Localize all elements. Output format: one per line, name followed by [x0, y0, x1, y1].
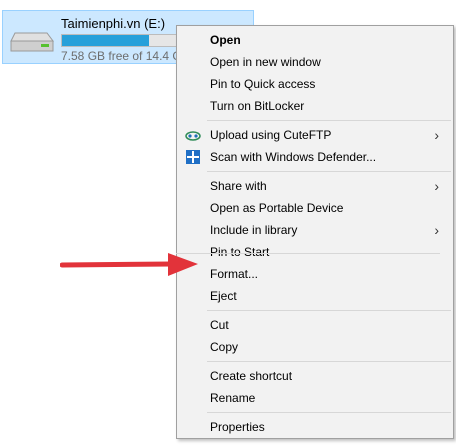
menu-divider-line	[176, 253, 440, 254]
menu-item-properties[interactable]: Properties	[177, 416, 453, 438]
menu-item-pin-to-start[interactable]: Pin to Start	[177, 241, 453, 263]
menu-item-open-in-new-window[interactable]: Open in new window	[177, 51, 453, 73]
menu-separator	[207, 361, 451, 362]
menu-item-label: Upload using CuteFTP	[210, 128, 332, 142]
menu-item-label: Share with	[210, 179, 267, 193]
red-arrow-annotation	[60, 253, 198, 276]
menu-item-copy[interactable]: Copy	[177, 336, 453, 358]
menu-item-scan-with-windows-defender[interactable]: Scan with Windows Defender...	[177, 146, 453, 168]
menu-item-label: Pin to Quick access	[210, 77, 316, 91]
menu-item-label: Pin to Start	[210, 245, 270, 259]
menu-separator	[207, 310, 451, 311]
menu-item-label: Format...	[210, 267, 259, 281]
menu-item-label: Rename	[210, 391, 256, 405]
menu-item-open[interactable]: Open	[177, 29, 453, 51]
chevron-right-icon: ›	[434, 178, 439, 194]
chevron-right-icon: ›	[434, 222, 439, 238]
menu-separator	[207, 412, 451, 413]
context-menu: Open Open in new window Pin to Quick acces…	[176, 25, 454, 439]
menu-item-label: Include in library	[210, 223, 298, 237]
menu-item-label: Eject	[210, 289, 237, 303]
menu-separator	[207, 171, 451, 172]
menu-item-rename[interactable]: Rename	[177, 387, 453, 409]
menu-item-cut[interactable]: Cut	[177, 314, 453, 336]
menu-separator	[207, 120, 451, 121]
menu-item-label: Cut	[210, 318, 229, 332]
menu-item-label: Turn on BitLocker	[210, 99, 305, 113]
chevron-right-icon: ›	[434, 127, 439, 143]
menu-item-open-as-portable-device[interactable]: Open as Portable Device	[177, 197, 453, 219]
menu-item-label: Open	[210, 33, 241, 47]
menu-item-create-shortcut[interactable]: Create shortcut	[177, 365, 453, 387]
menu-item-upload-using-cuteftp[interactable]: Upload using CuteFTP ›	[177, 124, 453, 146]
menu-item-label: Copy	[210, 340, 239, 354]
menu-item-label: Open in new window	[210, 55, 321, 69]
windows-defender-icon	[185, 149, 201, 165]
cuteftp-icon	[185, 127, 201, 143]
menu-item-pin-to-quick-access[interactable]: Pin to Quick access	[177, 73, 453, 95]
menu-item-label: Scan with Windows Defender...	[210, 150, 377, 164]
menu-item-eject[interactable]: Eject	[177, 285, 453, 307]
menu-item-turn-on-bitlocker[interactable]: Turn on BitLocker	[177, 95, 453, 117]
menu-item-label: Open as Portable Device	[210, 201, 344, 215]
drive-usage-fill	[62, 35, 150, 46]
menu-item-share-with[interactable]: Share with ›	[177, 175, 453, 197]
drive-name: Taimienphi.vn (E:)	[61, 16, 166, 31]
menu-item-format[interactable]: Format...	[177, 263, 453, 285]
menu-item-label: Create shortcut	[210, 369, 293, 383]
menu-item-include-in-library[interactable]: Include in library ›	[177, 219, 453, 241]
drive-free-space: 7.58 GB free of 14.4 GB	[61, 49, 190, 63]
drive-icon	[10, 32, 54, 52]
menu-item-label: Properties	[210, 420, 265, 434]
